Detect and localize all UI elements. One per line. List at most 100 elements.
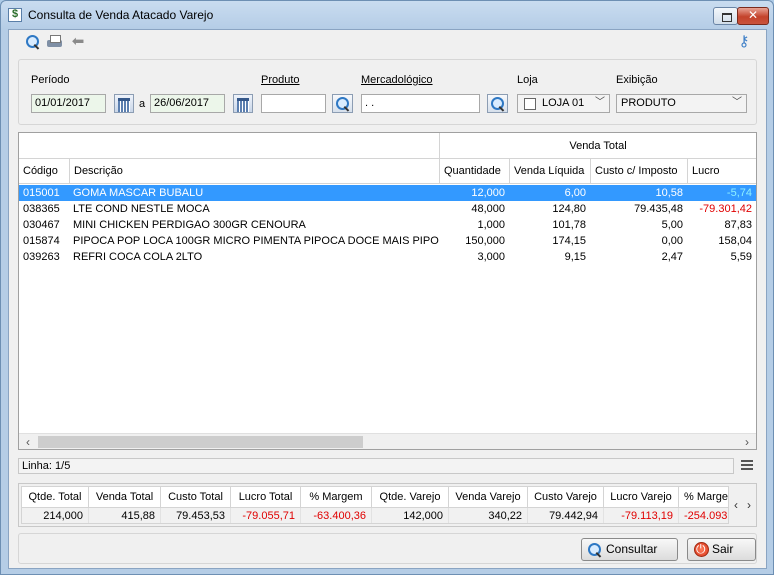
venda-total-group: Venda Total: [439, 133, 756, 159]
total-value: 79.442,94: [528, 508, 604, 523]
col-codigo[interactable]: Código: [19, 159, 69, 184]
filter-panel: Período 01/01/2017 a 26/06/2017 Produto …: [18, 59, 757, 125]
cell-venda-liquida: 124,80: [552, 203, 586, 215]
cell-custo: 5,00: [661, 219, 683, 231]
mercadologico-field[interactable]: . .: [361, 94, 480, 113]
loja-value: LOJA 01: [542, 97, 585, 109]
date-separator: a: [139, 98, 146, 110]
sair-label: Sair: [712, 542, 734, 556]
client-area: ⬅ ⚷ Período 01/01/2017 a 26/06/2017 Prod…: [8, 29, 767, 569]
total-header: Lucro Total: [231, 487, 301, 508]
consultar-button[interactable]: Consultar: [581, 538, 678, 561]
exibicao-label: Exibição: [616, 74, 658, 86]
produto-label: Produto: [261, 74, 300, 86]
power-icon: [694, 539, 709, 560]
periodo-label: Período: [31, 74, 70, 86]
consultar-label: Consultar: [606, 542, 658, 556]
menu-icon[interactable]: [741, 460, 753, 471]
table-row[interactable]: 038365 LTE COND NESTLE MOCA 48,000 124,8…: [19, 201, 756, 217]
cell-lucro: 158,04: [718, 235, 752, 247]
cell-venda-liquida: 101,78: [552, 219, 586, 231]
cell-descricao: REFRI COCA COLA 2LTO: [73, 251, 203, 263]
search-icon[interactable]: [24, 33, 42, 51]
cell-codigo: 038365: [23, 203, 60, 215]
app-window: Consulta de Venda Atacado Varejo ⬅ ⚷ Per…: [0, 0, 774, 575]
table-row[interactable]: 030467 MINI CHICKEN PERDIGAO 300GR CENOU…: [19, 217, 756, 233]
scroll-right-icon[interactable]: ›: [740, 435, 754, 449]
scroll-left-icon[interactable]: ‹: [21, 435, 35, 449]
loja-checkbox[interactable]: [524, 98, 536, 110]
minimize-button[interactable]: [713, 7, 738, 25]
total-header: Qtde. Total: [22, 487, 89, 508]
cell-codigo: 039263: [23, 251, 60, 263]
col-lucro[interactable]: Lucro: [687, 159, 756, 184]
window-title: Consulta de Venda Atacado Varejo: [28, 8, 214, 22]
cell-codigo: 030467: [23, 219, 60, 231]
total-value: -79.055,71: [231, 508, 301, 523]
row-status-bar: Linha: 1/5: [18, 458, 734, 474]
cell-lucro: -79.301,42: [699, 203, 752, 215]
cell-descricao: LTE COND NESTLE MOCA: [73, 203, 210, 215]
grid-column-header: Código Descrição Quantidade Venda Líquid…: [19, 159, 756, 184]
total-value: 340,22: [449, 508, 528, 523]
table-row[interactable]: 015001 GOMA MASCAR BUBALU 12,000 6,00 10…: [19, 185, 756, 201]
cell-custo: 10,58: [655, 187, 683, 199]
total-header: Qtde. Varejo: [372, 487, 449, 508]
col-quantidade[interactable]: Quantidade: [439, 159, 509, 184]
scrollbar-thumb[interactable]: [38, 436, 363, 448]
cell-lucro: 87,83: [724, 219, 752, 231]
total-value: 79.453,53: [161, 508, 231, 523]
chevron-down-icon: ﹀: [595, 97, 605, 108]
cell-quantidade: 1,000: [477, 219, 505, 231]
date-from-field[interactable]: 01/01/2017: [31, 94, 106, 113]
total-value: 415,88: [89, 508, 161, 523]
print-preview-icon[interactable]: [46, 33, 64, 51]
calendar-icon[interactable]: [233, 94, 253, 113]
table-row[interactable]: 039263 REFRI COCA COLA 2LTO 3,000 9,15 2…: [19, 249, 756, 265]
produto-lookup-button[interactable]: [332, 94, 353, 113]
total-header: % Margem: [679, 487, 728, 508]
exibicao-select[interactable]: PRODUTO ﹀: [616, 94, 747, 113]
footer-bar: Consultar Sair: [18, 533, 757, 564]
sair-button[interactable]: Sair: [687, 538, 756, 561]
scroll-right-icon[interactable]: ›: [747, 498, 751, 512]
table-row[interactable]: 015874 PIPOCA POP LOCA 100GR MICRO PIMEN…: [19, 233, 756, 249]
total-value: 214,000: [22, 508, 89, 523]
cell-quantidade: 3,000: [477, 251, 505, 263]
calendar-icon[interactable]: [114, 94, 134, 113]
cell-codigo: 015874: [23, 235, 60, 247]
totals-panel: Qtde. Total Venda Total Custo Total Lucr…: [18, 483, 757, 527]
total-value: -79.113,19: [604, 508, 679, 523]
total-header: Venda Total: [89, 487, 161, 508]
produto-field[interactable]: [261, 94, 326, 113]
exibicao-value: PRODUTO: [621, 97, 676, 109]
col-venda-liquida[interactable]: Venda Líquida: [509, 159, 590, 184]
total-header: Lucro Varejo: [604, 487, 679, 508]
results-grid: Venda Total Código Descrição Quantidade …: [18, 132, 757, 450]
close-window-button[interactable]: [737, 7, 769, 25]
total-header: Custo Total: [161, 487, 231, 508]
key-icon[interactable]: ⚷: [735, 33, 753, 51]
loja-label: Loja: [517, 74, 538, 86]
scroll-left-icon[interactable]: ‹: [734, 498, 738, 512]
col-custo-imposto[interactable]: Custo c/ Imposto: [590, 159, 687, 184]
cell-descricao: MINI CHICKEN PERDIGAO 300GR CENOURA: [73, 219, 306, 231]
search-icon: [334, 95, 352, 113]
mercadologico-lookup-button[interactable]: [487, 94, 508, 113]
search-icon: [586, 541, 604, 559]
back-arrow-icon[interactable]: ⬅: [69, 33, 87, 51]
total-value: 142,000: [372, 508, 449, 523]
date-to-field[interactable]: 26/06/2017: [150, 94, 225, 113]
horizontal-scrollbar[interactable]: ‹ ›: [19, 433, 756, 449]
cell-venda-liquida: 6,00: [564, 187, 586, 199]
total-value: -63.400,36: [301, 508, 372, 523]
cell-descricao: GOMA MASCAR BUBALU: [73, 187, 204, 199]
cell-quantidade: 12,000: [471, 187, 505, 199]
chevron-down-icon: ﹀: [732, 97, 742, 108]
col-descricao[interactable]: Descrição: [69, 159, 439, 184]
cell-lucro: 5,59: [730, 251, 752, 263]
cell-venda-liquida: 174,15: [552, 235, 586, 247]
loja-select[interactable]: LOJA 01 ﹀: [517, 94, 610, 113]
cell-codigo: 015001: [23, 187, 60, 199]
title-bar: Consulta de Venda Atacado Varejo: [1, 1, 773, 29]
